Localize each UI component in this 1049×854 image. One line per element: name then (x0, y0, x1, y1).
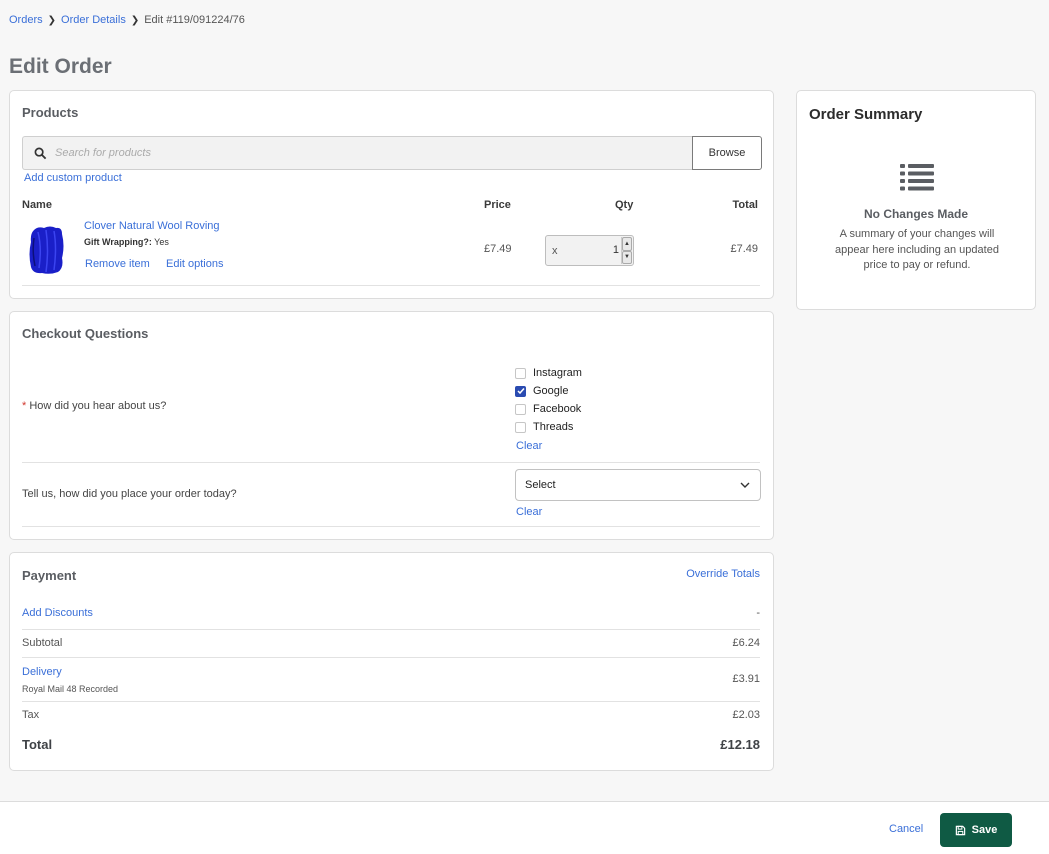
column-price: Price (484, 199, 511, 211)
search-box (22, 136, 692, 170)
summary-description: A summary of your changes will appear he… (835, 228, 999, 271)
no-changes-heading: No Changes Made (863, 207, 968, 221)
quantity-spinner: ▲ ▼ (621, 237, 632, 264)
divider (22, 526, 760, 527)
browse-button[interactable]: Browse (692, 136, 762, 170)
discounts-value: - (756, 607, 760, 619)
total-label: Total (22, 737, 53, 752)
payment-title: Payment (22, 568, 77, 583)
product-total: £7.49 (730, 243, 758, 255)
breadcrumb-current: Edit #119/091224/76 (144, 14, 245, 26)
option-label: Google (533, 385, 569, 397)
payment-card: Payment Override Totals Add Discounts - … (9, 552, 774, 771)
option-label: Facebook (533, 403, 582, 415)
divider (22, 629, 760, 630)
product-search: Browse (22, 136, 762, 170)
add-custom-product-link[interactable]: Add custom product (24, 172, 122, 184)
product-option: Gift Wrapping?: Yes (84, 237, 169, 247)
tax-label: Tax (22, 709, 40, 721)
column-total: Total (732, 199, 758, 211)
delivery-value: £3.91 (732, 673, 760, 685)
subtotal-label: Subtotal (22, 637, 63, 649)
checkbox[interactable] (515, 367, 526, 379)
check-icon (516, 388, 525, 395)
total-value: £12.18 (720, 737, 760, 752)
divider (22, 462, 760, 463)
decrement-icon[interactable]: ▼ (622, 250, 632, 264)
checkbox-checked[interactable] (515, 385, 526, 397)
required-marker: * (22, 400, 27, 412)
products-card: Products Browse Add custom product Name … (9, 90, 774, 299)
order-summary-title: Order Summary (809, 106, 923, 123)
option-value: Yes (154, 237, 169, 247)
divider (22, 701, 760, 702)
product-name-link[interactable]: Clover Natural Wool Roving (84, 220, 220, 232)
footer-bar: Cancel Save (0, 801, 1049, 854)
chevron-right-icon: ❯ (47, 14, 57, 26)
question-heard-about-label: * How did you hear about us? (22, 400, 166, 412)
option-label: Gift Wrapping?: (84, 237, 152, 247)
product-price: £7.49 (484, 243, 512, 255)
tax-row: Tax £2.03 (22, 709, 760, 721)
checkout-questions-card: Checkout Questions * How did you hear ab… (9, 311, 774, 540)
delivery-value-row: £3.91 (22, 673, 760, 685)
remove-item-link[interactable]: Remove item (85, 258, 150, 270)
option-google[interactable]: Google (515, 382, 582, 400)
checkbox[interactable] (515, 421, 526, 433)
add-discounts-link[interactable]: Add Discounts (22, 607, 93, 619)
save-icon (955, 825, 965, 835)
option-facebook[interactable]: Facebook (515, 400, 582, 418)
override-totals-link[interactable]: Override Totals (686, 568, 760, 580)
quantity-stepper[interactable]: x 1 ▲ ▼ (545, 235, 634, 266)
question-order-method-label: Tell us, how did you place your order to… (22, 488, 237, 500)
list-icon (900, 164, 934, 191)
option-threads[interactable]: Threads (515, 418, 582, 436)
cancel-button[interactable]: Cancel (889, 823, 923, 835)
question-text: How did you hear about us? (29, 400, 167, 412)
total-row: Total £12.18 (22, 737, 760, 752)
tax-value: £2.03 (732, 709, 760, 721)
products-title: Products (22, 105, 79, 120)
heard-about-options: Instagram Google Facebook Threads (515, 364, 582, 436)
save-label: Save (971, 824, 998, 836)
select-value: Select (525, 479, 556, 491)
clear-heard-about-link[interactable]: Clear (516, 440, 542, 452)
breadcrumb: Orders ❯ Order Details ❯ Edit #119/09122… (9, 14, 245, 26)
page-title: Edit Order (9, 55, 112, 78)
checkbox[interactable] (515, 403, 526, 415)
chevron-right-icon: ❯ (130, 14, 140, 26)
breadcrumb-orders-link[interactable]: Orders (9, 14, 43, 26)
option-instagram[interactable]: Instagram (515, 364, 582, 382)
edit-options-link[interactable]: Edit options (166, 258, 223, 270)
column-qty: Qty (615, 199, 634, 211)
column-name: Name (22, 199, 52, 211)
qty-prefix: x (552, 244, 558, 257)
breadcrumb-order-details-link[interactable]: Order Details (61, 14, 126, 26)
save-button[interactable]: Save (940, 813, 1012, 847)
search-icon (34, 147, 47, 159)
product-image (29, 226, 64, 274)
subtotal-value: £6.24 (732, 637, 760, 649)
checkout-questions-title: Checkout Questions (22, 326, 149, 341)
quantity-input[interactable]: 1 (613, 244, 619, 256)
subtotal-row: Subtotal £6.24 (22, 637, 760, 649)
option-label: Threads (533, 421, 574, 433)
increment-icon[interactable]: ▲ (622, 237, 632, 251)
order-summary-card: Order Summary No Changes Made A summary … (796, 90, 1036, 310)
option-label: Instagram (533, 367, 582, 379)
chevron-down-icon (740, 482, 750, 488)
order-method-select[interactable]: Select (515, 469, 761, 501)
clear-order-method-link[interactable]: Clear (516, 506, 542, 518)
divider (22, 285, 760, 286)
discounts-row: Add Discounts - (22, 607, 760, 619)
divider (22, 657, 760, 658)
delivery-method: Royal Mail 48 Recorded (22, 684, 119, 694)
search-input[interactable] (55, 147, 555, 159)
